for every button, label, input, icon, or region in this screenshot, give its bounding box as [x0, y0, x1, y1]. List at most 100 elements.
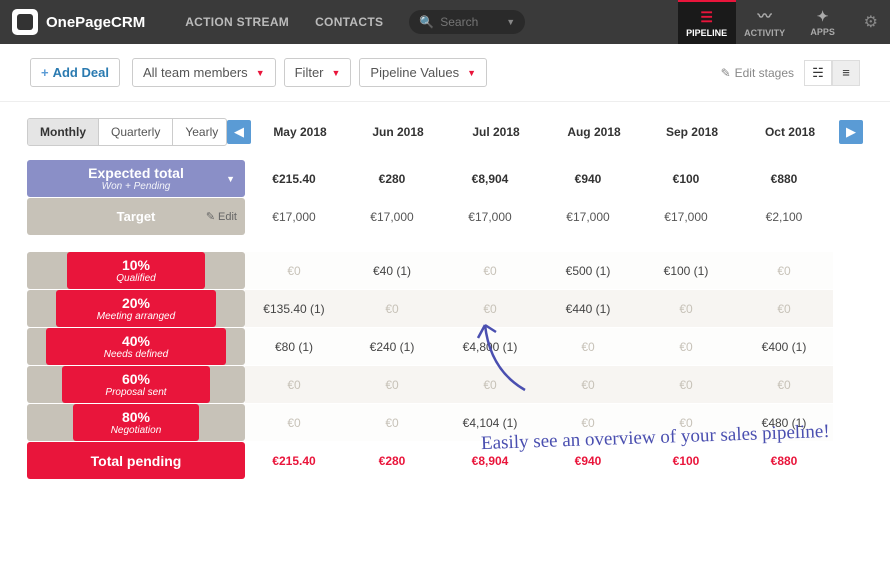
value-cell[interactable]: €0 [637, 328, 735, 365]
value-cell[interactable]: €215.40 [245, 442, 343, 479]
value-cell[interactable]: €0 [539, 366, 637, 403]
stage-row: 60%Proposal sent€0€0€0€0€0€0 [27, 366, 863, 403]
value-cell[interactable]: €80 (1) [245, 328, 343, 365]
stage-label[interactable]: 20%Meeting arranged [27, 290, 245, 327]
chevron-down-icon: ▼ [467, 68, 476, 78]
value-cell[interactable]: €17,000 [539, 198, 637, 235]
value-cell[interactable]: €0 [441, 252, 539, 289]
target-label: Target ✎ Edit [27, 198, 245, 235]
stage-label[interactable]: 10%Qualified [27, 252, 245, 289]
value-cell[interactable]: €0 [539, 328, 637, 365]
value-cell[interactable]: €215.40 [245, 160, 343, 197]
value-cell[interactable]: €40 (1) [343, 252, 441, 289]
target-edit-link[interactable]: ✎ Edit [206, 210, 237, 223]
top-nav: OnePageCRM ACTION STREAM CONTACTS 🔍 ▼ ☰ … [0, 0, 890, 44]
expected-total-title: Expected total [88, 165, 184, 181]
value-cell[interactable]: €0 [539, 404, 637, 441]
stage-name: Negotiation [111, 425, 162, 436]
stage-name: Qualified [116, 273, 155, 284]
add-deal-button[interactable]: + Add Deal [30, 58, 120, 87]
value-cell[interactable]: €8,904 [441, 442, 539, 479]
stage-label[interactable]: 40%Needs defined [27, 328, 245, 365]
pipeline-values-label: Pipeline Values [370, 65, 459, 80]
stage-percent: 10% [122, 257, 150, 273]
edit-stages-link[interactable]: ✎ Edit stages [721, 66, 794, 80]
prev-month-button[interactable]: ◀ [227, 120, 251, 144]
apps-icon: ✦ [817, 8, 829, 25]
value-cell[interactable]: €280 [343, 160, 441, 197]
value-cell[interactable]: €0 [735, 252, 833, 289]
value-cell[interactable]: €0 [441, 290, 539, 327]
value-cell[interactable]: €17,000 [245, 198, 343, 235]
value-cell[interactable]: €2,100 [735, 198, 833, 235]
month-header: May 2018 [251, 125, 349, 139]
value-cell[interactable]: €0 [735, 290, 833, 327]
period-tab-quarterly[interactable]: Quarterly [99, 119, 173, 145]
period-tabs: Monthly Quarterly Yearly [27, 118, 227, 146]
value-cell[interactable]: €0 [735, 366, 833, 403]
value-cell[interactable]: €4,104 (1) [441, 404, 539, 441]
value-cell[interactable]: €0 [637, 404, 735, 441]
month-header: Aug 2018 [545, 125, 643, 139]
value-cell[interactable]: €0 [343, 366, 441, 403]
next-month-button[interactable]: ▶ [839, 120, 863, 144]
nav-action-stream[interactable]: ACTION STREAM [185, 15, 289, 29]
search-box[interactable]: 🔍 ▼ [409, 10, 525, 34]
value-cell[interactable]: €500 (1) [539, 252, 637, 289]
value-cell[interactable]: €280 [343, 442, 441, 479]
value-cell[interactable]: €0 [245, 404, 343, 441]
value-cell[interactable]: €400 (1) [735, 328, 833, 365]
stage-row: 80%Negotiation€0€0€4,104 (1)€0€0€480 (1) [27, 404, 863, 441]
search-input[interactable] [440, 15, 500, 29]
value-cell[interactable]: €17,000 [441, 198, 539, 235]
toolbar: + Add Deal All team members ▼ Filter ▼ P… [0, 44, 890, 102]
value-cell[interactable]: €940 [539, 442, 637, 479]
value-cell[interactable]: €100 (1) [637, 252, 735, 289]
stage-label[interactable]: 60%Proposal sent [27, 366, 245, 403]
value-cell[interactable]: €4,800 (1) [441, 328, 539, 365]
pipeline-values-dropdown[interactable]: Pipeline Values ▼ [359, 58, 487, 87]
value-cell[interactable]: €0 [637, 366, 735, 403]
view-columns-button[interactable]: ☵ [804, 60, 832, 86]
pipeline-main: Monthly Quarterly Yearly ◀ May 2018Jun 2… [0, 102, 890, 510]
value-cell[interactable]: €135.40 (1) [245, 290, 343, 327]
period-tab-monthly[interactable]: Monthly [28, 119, 99, 145]
value-cell[interactable]: €8,904 [441, 160, 539, 197]
stage-label[interactable]: 80%Negotiation [27, 404, 245, 441]
brand-name: OnePageCRM [46, 14, 145, 31]
period-tab-yearly[interactable]: Yearly [173, 119, 227, 145]
value-cell[interactable]: €100 [637, 160, 735, 197]
value-cell[interactable]: €100 [637, 442, 735, 479]
value-cell[interactable]: €17,000 [343, 198, 441, 235]
filter-dropdown[interactable]: Filter ▼ [284, 58, 352, 87]
edit-stages-label: Edit stages [735, 66, 794, 80]
stage-percent: 60% [122, 371, 150, 387]
value-cell[interactable]: €0 [245, 252, 343, 289]
nav-contacts[interactable]: CONTACTS [315, 15, 383, 29]
stage-row: 10%Qualified€0€40 (1)€0€500 (1)€100 (1)€… [27, 252, 863, 289]
stage-percent: 40% [122, 333, 150, 349]
view-list-button[interactable]: ≡ [832, 60, 860, 86]
value-cell[interactable]: €880 [735, 442, 833, 479]
value-cell[interactable]: €880 [735, 160, 833, 197]
nav-tab-pipeline[interactable]: ☰ PIPELINE [678, 0, 736, 44]
nav-tab-activity[interactable]: 〰 ACTIVITY [736, 0, 794, 44]
nav-tab-apps[interactable]: ✦ APPS [794, 0, 852, 44]
total-pending-row: Total pending €215.40€280€8,904€940€100€… [27, 442, 863, 479]
value-cell[interactable]: €0 [441, 366, 539, 403]
value-cell[interactable]: €0 [343, 404, 441, 441]
team-filter-dropdown[interactable]: All team members ▼ [132, 58, 276, 87]
value-cell[interactable]: €440 (1) [539, 290, 637, 327]
value-cell[interactable]: €240 (1) [343, 328, 441, 365]
expected-total-row: Expected total Won + Pending ▼ €215.40€2… [27, 160, 863, 197]
value-cell[interactable]: €0 [637, 290, 735, 327]
value-cell[interactable]: €17,000 [637, 198, 735, 235]
expected-total-label[interactable]: Expected total Won + Pending ▼ [27, 160, 245, 197]
gear-icon[interactable]: ⚙ [864, 12, 878, 32]
value-cell[interactable]: €940 [539, 160, 637, 197]
pencil-icon: ✎ [206, 210, 215, 223]
nav-tab-label: ACTIVITY [744, 28, 785, 38]
value-cell[interactable]: €480 (1) [735, 404, 833, 441]
value-cell[interactable]: €0 [343, 290, 441, 327]
value-cell[interactable]: €0 [245, 366, 343, 403]
